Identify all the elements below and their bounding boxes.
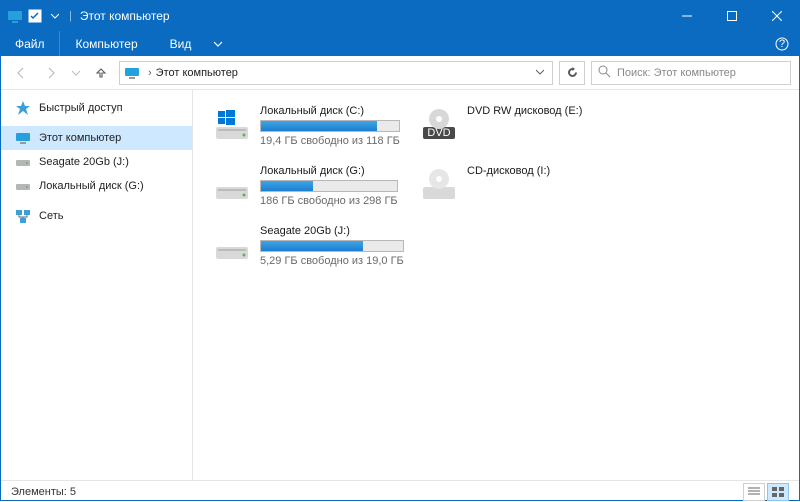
back-button[interactable] (9, 61, 33, 85)
tab-view[interactable]: Вид (154, 31, 208, 56)
qat-dropdown-icon[interactable] (47, 8, 63, 24)
sidebar-item-label: Сеть (39, 210, 63, 222)
sidebar-item-label: Этот компьютер (39, 132, 121, 144)
drive-free-text: 186 ГБ свободно из 298 ГБ (260, 195, 398, 207)
drive-icon (419, 165, 459, 205)
view-details-button[interactable] (743, 483, 765, 501)
drive-tile[interactable]: Локальный диск (C:) 19,4 ГБ свободно из 1… (207, 100, 402, 152)
navigation-toolbar: › Этот компьютер (1, 56, 799, 90)
drive-free-text: 5,29 ГБ свободно из 19,0 ГБ (260, 255, 404, 267)
drive-tile[interactable]: Локальный диск (G:) 186 ГБ свободно из 29… (207, 160, 402, 212)
search-input[interactable] (617, 67, 784, 79)
titlebar: | Этот компьютер (1, 1, 799, 31)
star-icon (15, 100, 31, 116)
up-button[interactable] (89, 61, 113, 85)
sidebar-item[interactable]: Этот компьютер (1, 126, 192, 150)
drive-name: Локальный диск (C:) (260, 105, 400, 117)
sidebar-item-label: Локальный диск (G:) (39, 180, 144, 192)
breadcrumb-item[interactable]: Этот компьютер (156, 67, 238, 79)
item-count: Элементы: 5 (11, 486, 76, 498)
view-tiles-button[interactable] (767, 483, 789, 501)
window-title: Этот компьютер (80, 9, 170, 23)
drive-icon: DVD (419, 105, 459, 145)
forward-button[interactable] (39, 61, 63, 85)
drive-name: Локальный диск (G:) (260, 165, 398, 177)
sidebar-item-label: Быстрый доступ (39, 102, 123, 114)
tab-computer[interactable]: Компьютер (60, 31, 154, 56)
drive-icon (212, 105, 252, 145)
pc-icon (15, 130, 31, 146)
app-icon (7, 8, 23, 24)
capacity-bar (260, 180, 398, 192)
navigation-pane: Быстрый доступ Этот компьютер Seagate 20Gb… (1, 90, 193, 480)
svg-text:?: ? (779, 38, 785, 50)
refresh-button[interactable] (559, 61, 585, 85)
drive-icon (212, 225, 252, 265)
drive-tile[interactable]: CD-дисковод (I:) (414, 160, 609, 212)
address-bar[interactable]: › Этот компьютер (119, 61, 553, 85)
search-icon (598, 65, 611, 81)
close-button[interactable] (754, 1, 799, 31)
help-button[interactable]: ? (765, 31, 799, 56)
sidebar-item[interactable]: Seagate 20Gb (J:) (1, 150, 192, 174)
drive-tile[interactable]: DVD DVD RW дисковод (E:) (414, 100, 609, 152)
content-area: Локальный диск (C:) 19,4 ГБ свободно из 1… (193, 90, 799, 480)
tab-file[interactable]: Файл (1, 31, 60, 56)
network-icon (15, 208, 31, 224)
search-box[interactable] (591, 61, 791, 85)
drive-name: DVD RW дисковод (E:) (467, 105, 604, 117)
capacity-bar (260, 240, 404, 252)
address-dropdown-icon[interactable] (532, 67, 548, 79)
titlebar-separator: | (69, 10, 72, 22)
drive-icon (212, 165, 252, 205)
svg-text:DVD: DVD (427, 127, 450, 139)
sidebar-item[interactable]: Быстрый доступ (1, 96, 192, 120)
ribbon-tabs: Файл Компьютер Вид ? (1, 31, 799, 56)
drive-free-text: 19,4 ГБ свободно из 118 ГБ (260, 135, 400, 147)
properties-icon[interactable] (27, 8, 43, 24)
ribbon-expand-icon[interactable] (207, 31, 229, 56)
pc-icon (124, 65, 140, 81)
drive-icon (15, 178, 31, 194)
sidebar-item-label: Seagate 20Gb (J:) (39, 156, 129, 168)
sidebar-item[interactable]: Локальный диск (G:) (1, 174, 192, 198)
drive-name: CD-дисковод (I:) (467, 165, 604, 177)
maximize-button[interactable] (709, 1, 754, 31)
drive-tile[interactable]: Seagate 20Gb (J:) 5,29 ГБ свободно из 19,… (207, 220, 402, 272)
chevron-right-icon[interactable]: › (148, 67, 152, 79)
minimize-button[interactable] (664, 1, 709, 31)
capacity-bar (260, 120, 400, 132)
sidebar-item[interactable]: Сеть (1, 204, 192, 228)
drive-name: Seagate 20Gb (J:) (260, 225, 404, 237)
drive-icon (15, 154, 31, 170)
quick-access-toolbar (1, 8, 63, 24)
status-bar: Элементы: 5 (1, 480, 799, 502)
recent-dropdown-icon[interactable] (69, 61, 83, 85)
